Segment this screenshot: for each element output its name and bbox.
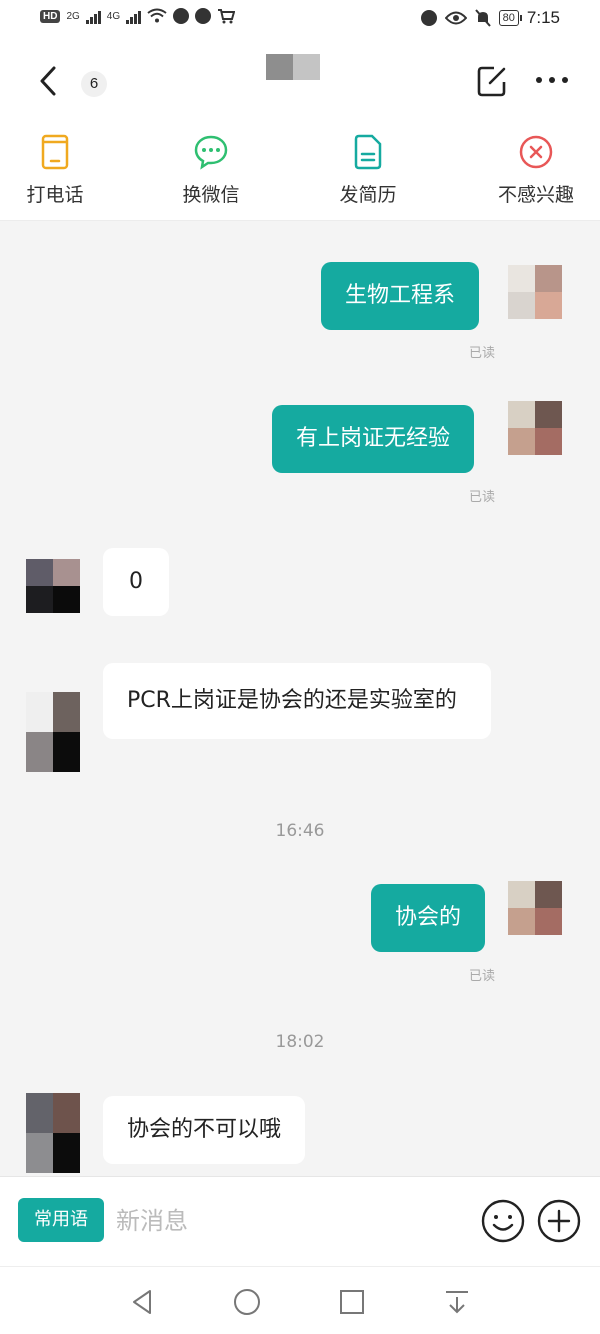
- unread-count-badge: 6: [81, 71, 107, 97]
- call-action-label: 打电话: [26, 184, 84, 206]
- data-saver-icon: [420, 10, 437, 26]
- nav-recents-icon[interactable]: [337, 1287, 367, 1317]
- eye-icon: [444, 11, 467, 25]
- read-status: 已读: [469, 969, 496, 984]
- app-status-icon: [173, 8, 190, 24]
- resume-icon: [354, 134, 382, 170]
- read-status: 已读: [469, 346, 496, 361]
- message-bubble-outgoing[interactable]: 有上岗证无经验: [272, 405, 475, 473]
- phone-icon: [41, 134, 69, 170]
- contact-avatar: [26, 692, 80, 772]
- wechat-icon: [194, 135, 228, 170]
- my-avatar: [508, 265, 562, 319]
- contact-avatar: [26, 1093, 80, 1173]
- not-interested-action-label: 不感兴趣: [497, 184, 574, 206]
- call-action[interactable]: 打电话: [0, 134, 115, 207]
- common-phrases-button[interactable]: 常用语: [18, 1198, 104, 1242]
- close-circle-icon: [519, 135, 553, 169]
- signal-icon: [85, 8, 101, 24]
- action-bar: 打电话 换微信 发简历 不感兴趣: [0, 122, 600, 221]
- emoji-icon[interactable]: [480, 1198, 526, 1244]
- battery-icon: 80: [498, 10, 523, 26]
- not-interested-action[interactable]: 不感兴趣: [476, 134, 596, 207]
- wechat-action-label: 换微信: [182, 184, 240, 206]
- resume-action[interactable]: 发简历: [308, 134, 428, 207]
- sim2-label: 4G: [106, 10, 121, 22]
- app-status-icon-2: [195, 8, 212, 24]
- message-bubble-outgoing[interactable]: 生物工程系: [321, 262, 480, 330]
- edit-icon[interactable]: [476, 64, 508, 98]
- contact-name-redacted: [266, 54, 320, 80]
- nav-home-icon[interactable]: [232, 1287, 262, 1317]
- message-bubble-incoming[interactable]: PCR上岗证是协会的还是实验室的: [103, 663, 491, 739]
- nav-back-icon[interactable]: [127, 1287, 157, 1317]
- contact-avatar: [26, 559, 80, 613]
- chat-header: 6: [0, 40, 600, 122]
- timestamp-separator: 18:02: [275, 1032, 325, 1052]
- cart-icon: [218, 9, 236, 24]
- message-bubble-incoming[interactable]: 0: [103, 548, 169, 616]
- wifi-icon: [147, 8, 167, 23]
- sim1-label: 2G: [66, 10, 80, 22]
- chat-messages[interactable]: 生物工程系 已读 有上岗证无经验 已读 0 PCR上岗证是协会的还是实验室的 1…: [0, 221, 600, 1176]
- more-dots-icon[interactable]: [534, 72, 570, 88]
- system-nav-bar: [0, 1266, 600, 1334]
- message-bubble-outgoing[interactable]: 协会的: [371, 884, 486, 952]
- status-right: 80 7:15: [420, 8, 560, 28]
- wechat-action[interactable]: 换微信: [151, 134, 271, 207]
- mute-bell-icon: [474, 9, 491, 27]
- timestamp-separator: 16:46: [275, 821, 325, 841]
- message-bubble-incoming[interactable]: 协会的不可以哦: [103, 1096, 306, 1164]
- chevron-left-icon[interactable]: [34, 64, 64, 98]
- resume-action-label: 发简历: [339, 184, 397, 206]
- hd-badge: HD: [40, 9, 61, 23]
- message-input[interactable]: [114, 1197, 468, 1245]
- signal-icon-2: [126, 8, 142, 24]
- my-avatar: [508, 881, 562, 935]
- my-avatar: [508, 401, 562, 455]
- read-status: 已读: [469, 490, 496, 505]
- status-time: 7:15: [526, 8, 560, 27]
- nav-dropdown-icon[interactable]: [442, 1287, 472, 1317]
- plus-icon[interactable]: [536, 1198, 582, 1244]
- status-left: HD 2G 4G: [40, 8, 236, 24]
- status-bar: HD 2G 4G 80 7:15: [0, 0, 600, 40]
- input-bar: 常用语: [0, 1176, 600, 1267]
